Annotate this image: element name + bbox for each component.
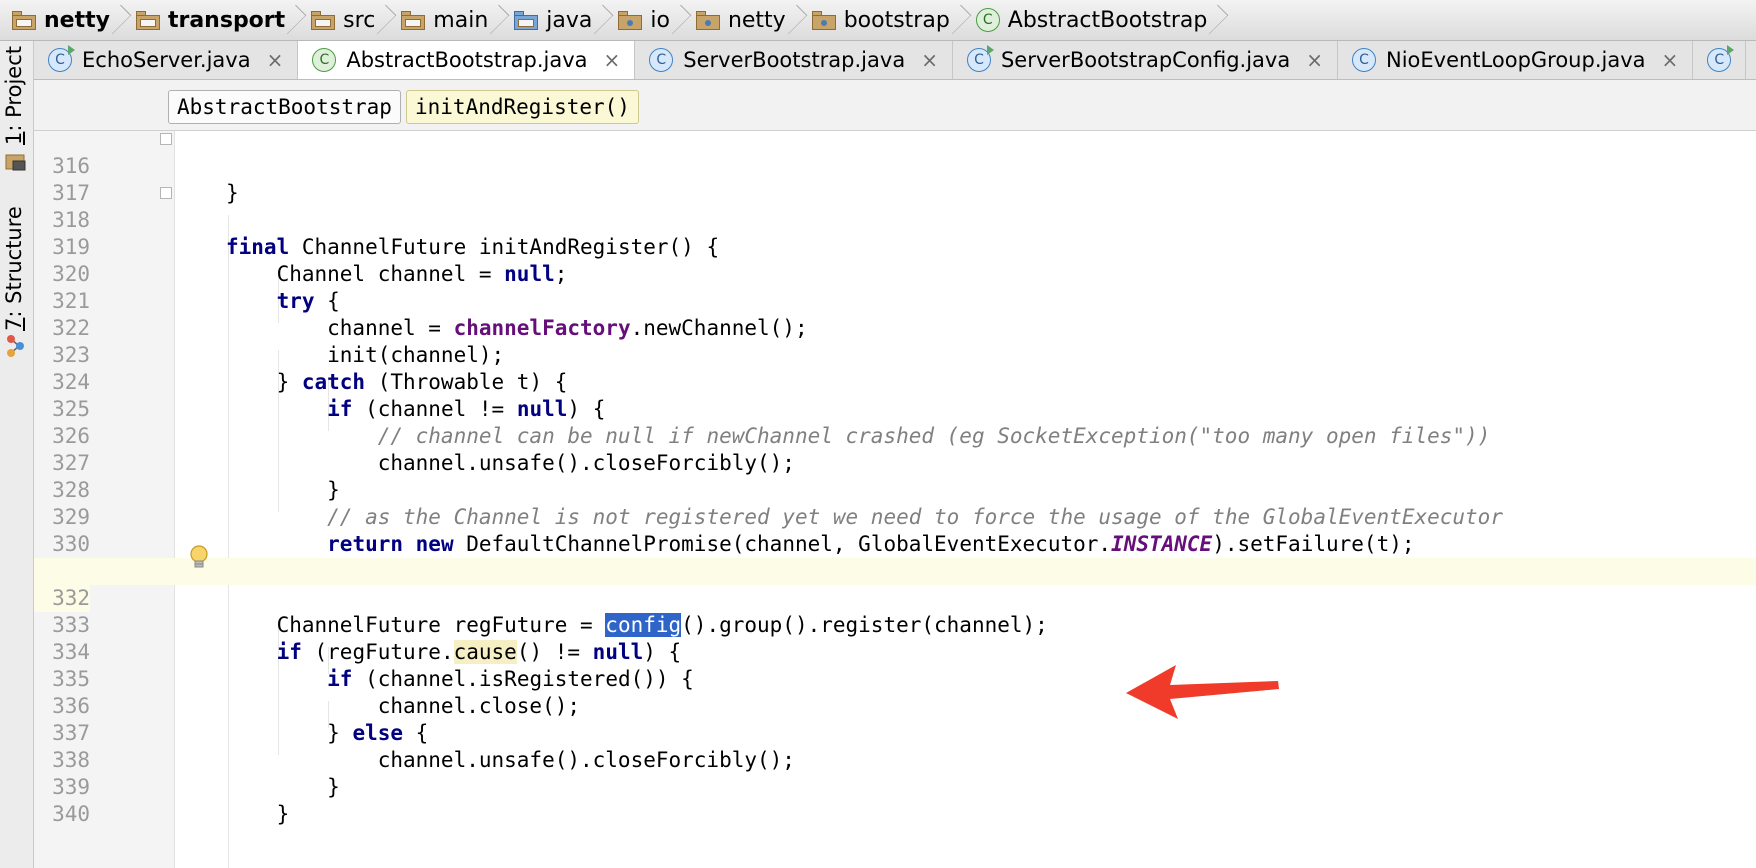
method-breadcrumb-class[interactable]: AbstractBootstrap <box>168 90 401 124</box>
code-line: 330 } <box>52 532 289 583</box>
code-line: 316 } <box>52 154 239 205</box>
package-icon <box>695 10 720 30</box>
code-line: 338 } <box>52 748 340 799</box>
current-code-line: 332 ChannelFuture regFuture = config().g… <box>34 558 1756 637</box>
code-line: 327 } <box>52 451 340 502</box>
code-line: 337 channel.unsafe().closeForcibly(); <box>52 721 795 772</box>
close-tab-icon[interactable]: × <box>921 48 938 72</box>
code-line: 318 final ChannelFuture initAndRegister(… <box>52 208 720 259</box>
close-tab-icon[interactable]: × <box>1662 48 1679 72</box>
tab-serverbootstrap[interactable]: C ServerBootstrap.java × <box>635 41 953 79</box>
code-line: 322 init(channel); <box>52 316 505 367</box>
class-run-icon: C <box>48 45 75 72</box>
abstract-class-icon: C <box>312 48 337 72</box>
breadcrumb-item-netty-package[interactable]: netty <box>684 0 800 40</box>
tab-abstractbootstrap[interactable]: C AbstractBootstrap.java × <box>298 41 636 79</box>
breadcrumb-item-transport[interactable]: transport <box>124 0 299 40</box>
code-line: 319 Channel channel = null; <box>52 235 568 286</box>
package-icon <box>618 10 643 30</box>
code-line: 324 if (channel != null) { <box>52 370 606 421</box>
code-line: 326 channel.unsafe().closeForcibly(); <box>52 424 795 475</box>
code-line: 340 <box>52 802 90 826</box>
method-breadcrumb-bar: AbstractBootstrap initAndRegister() <box>34 80 1756 131</box>
code-line: 331 <box>34 531 1756 583</box>
code-line: 335 channel.close(); <box>52 667 581 718</box>
source-folder-icon <box>514 10 539 30</box>
tab-echoserver[interactable]: C EchoServer.java × <box>34 41 299 79</box>
breadcrumb-item-main[interactable]: main <box>389 0 502 40</box>
left-tool-window-strip: 1: Project 7: Structure <box>0 41 34 868</box>
abstract-class-icon: C <box>975 8 1000 32</box>
code-line: 321 channel = channelFactory.newChannel(… <box>52 289 808 340</box>
code-editor[interactable]: 316 } 317 318 final ChannelFuture initAn… <box>34 131 1756 868</box>
code-line: 336 } else { <box>52 694 429 745</box>
tab-overflow[interactable]: C <box>1693 41 1747 79</box>
structure-tool-window-tab[interactable]: 7: Structure <box>2 206 26 331</box>
tab-serverbootstrapconfig[interactable]: C ServerBootstrapConfig.java × <box>952 41 1338 79</box>
editor-tab-bar: C EchoServer.java × C AbstractBootstrap.… <box>34 41 1756 80</box>
class-run-icon: C <box>966 45 994 72</box>
breadcrumb-item-netty[interactable]: netty <box>0 0 124 40</box>
code-line: 317 <box>52 181 90 205</box>
breadcrumb-item-src[interactable]: src <box>299 0 389 40</box>
code-line: 323 } catch (Throwable t) { <box>52 343 568 394</box>
annotation-arrow-icon <box>1126 665 1279 719</box>
code-line: 329 return new DefaultChannelPromise(cha… <box>52 505 1415 556</box>
folder-icon <box>311 10 336 30</box>
folder-module-icon <box>12 10 36 30</box>
package-icon <box>811 10 836 30</box>
close-tab-icon[interactable]: × <box>1306 48 1323 72</box>
code-line: 325 // channel can be null if newChannel… <box>52 397 1491 448</box>
method-breadcrumb-method[interactable]: initAndRegister() <box>406 90 639 124</box>
close-tab-icon[interactable]: × <box>267 48 284 72</box>
class-icon: C <box>1351 48 1376 72</box>
lightbulb-intention-icon[interactable] <box>186 544 212 572</box>
class-run-icon: C <box>1707 45 1735 72</box>
breadcrumb-item-bootstrap[interactable]: bootstrap <box>800 0 964 40</box>
close-tab-icon[interactable]: × <box>604 48 621 72</box>
code-line: 339 } <box>52 775 290 826</box>
breadcrumb-item-java[interactable]: java <box>502 0 606 40</box>
project-folder-icon <box>5 154 26 171</box>
navigation-breadcrumb: netty transport src main java io netty b… <box>0 0 1756 41</box>
breadcrumb-item-abstractbootstrap[interactable]: C AbstractBootstrap <box>964 0 1222 40</box>
project-tool-window-tab[interactable]: 1: Project <box>2 46 26 145</box>
code-line: 333 if (regFuture.cause() != null) { <box>52 613 682 664</box>
code-line: 320 try { <box>52 262 340 313</box>
breadcrumb-item-io[interactable]: io <box>606 0 684 40</box>
fold-end-icon[interactable] <box>160 133 172 145</box>
tab-nioeventloopgroup[interactable]: C NioEventLoopGroup.java × <box>1337 41 1694 79</box>
structure-icon <box>7 335 24 357</box>
folder-module-icon <box>135 10 160 30</box>
class-icon: C <box>649 48 674 72</box>
code-line: 334 if (channel.isRegistered()) { <box>52 640 694 691</box>
code-line: 328 // as the Channel is not registered … <box>52 478 1503 529</box>
folder-icon <box>401 10 426 30</box>
fold-start-icon[interactable] <box>160 187 172 199</box>
